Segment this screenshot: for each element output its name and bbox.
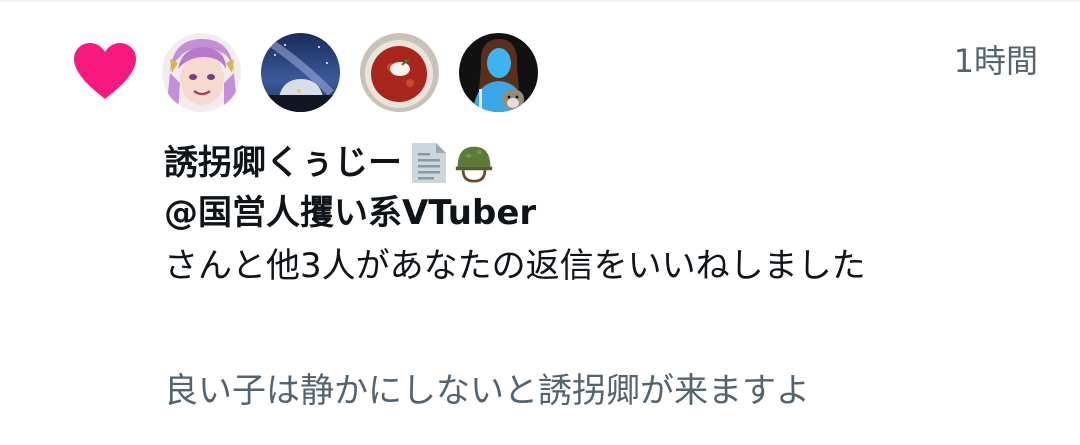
user-display-name[interactable]: 誘拐卿くぅじー (164, 138, 402, 188)
avatar-night-sky-dome[interactable] (261, 33, 340, 112)
user-handle[interactable]: @国営人攫い系VTuber (164, 188, 924, 238)
like-notification[interactable]: 1時間 誘拐卿くぅじー @国営人攫い系VTuber さんと他3人があなたの返信を… (0, 0, 1080, 445)
page-facing-up-icon (412, 143, 446, 183)
user-name-line: 誘拐卿くぅじー (164, 138, 924, 188)
avatar-row (162, 33, 538, 112)
avatar-blue-character-with-dog[interactable] (459, 33, 538, 112)
avatar-borscht-bowl[interactable] (360, 33, 439, 112)
avatar-anime-purple-hair[interactable] (162, 33, 241, 112)
timestamp: 1時間 (953, 42, 1038, 80)
heart-icon (74, 43, 136, 99)
military-helmet-icon (455, 146, 493, 183)
action-text: さんと他3人があなたの返信をいいねしました (164, 246, 866, 286)
liked-reply-text[interactable]: 良い子は静かにしないと誘拐卿が来ますよ (164, 366, 810, 416)
liking-user: 誘拐卿くぅじー @国営人攫い系VTuber さんと他3人があなたの返信をいいねし… (164, 138, 924, 290)
